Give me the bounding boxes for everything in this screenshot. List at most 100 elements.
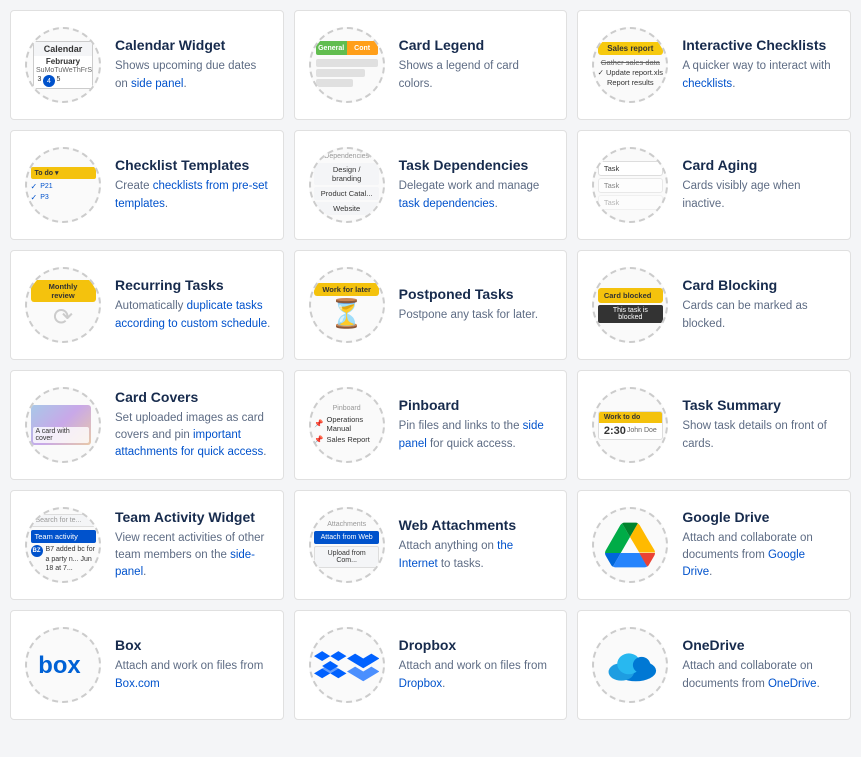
desc-card-blocking: Cards can be marked as blocked.	[682, 298, 838, 333]
icon-circle-box: box	[25, 627, 101, 703]
title-web-attachments: Web Attachments	[399, 517, 555, 533]
desc-calendar-widget: Shows upcoming due dates on side panel.	[115, 58, 271, 93]
card-aging[interactable]: Task Task Task Card Aging Cards visibly …	[577, 130, 851, 240]
card-recurring-tasks[interactable]: Monthly review ⟳ Recurring Tasks Automat…	[10, 250, 284, 360]
pin-icon-2: 📌	[314, 435, 323, 444]
card-card-covers[interactable]: A card with cover Card Covers Set upload…	[10, 370, 284, 480]
text-area-postponed: Postponed Tasks Postpone any task for la…	[399, 286, 555, 324]
gdrive-mini	[598, 520, 663, 570]
icon-circle-recurring: Monthly review ⟳	[25, 267, 101, 343]
desc-team-activity: View recent activities of other team mem…	[115, 530, 271, 582]
icon-circle-postponed: Work for later ⏳	[309, 267, 385, 343]
card-postponed-tasks[interactable]: Work for later ⏳ Postponed Tasks Postpon…	[294, 250, 568, 360]
icon-circle-checklists: Sales report Gather sales data ✓ Update …	[592, 27, 668, 103]
title-interactive-checklists: Interactive Checklists	[682, 37, 838, 53]
calendar-mini: Calendar February SuMoTuWeThFrSa 345	[33, 41, 93, 89]
checklist-mini: Sales report Gather sales data ✓ Update …	[598, 42, 663, 88]
icon-area-task-sum: Work to do 2:30 John Doe	[590, 385, 670, 465]
title-task-summary: Task Summary	[682, 397, 838, 413]
text-area-aging: Card Aging Cards visibly age when inacti…	[682, 157, 838, 213]
icon-area-legend: General Cont	[307, 25, 387, 105]
desc-card-aging: Cards visibly age when inactive.	[682, 178, 838, 213]
svg-text:box: box	[38, 652, 81, 679]
card-onedrive[interactable]: OneDrive Attach and collaborate on docum…	[577, 610, 851, 720]
covers-mini: A card with cover	[31, 405, 96, 445]
desc-dropbox: Attach and work on files from Dropbox.	[399, 658, 555, 693]
text-area-web-att: Web Attachments Attach anything on the I…	[399, 517, 555, 573]
icon-area-checklists: Sales report Gather sales data ✓ Update …	[590, 25, 670, 105]
text-area-covers: Card Covers Set uploaded images as card …	[115, 389, 271, 462]
icon-area-recurring: Monthly review ⟳	[23, 265, 103, 345]
title-card-blocking: Card Blocking	[682, 277, 838, 293]
dep-mini: Dependencies Design / branding Product C…	[314, 153, 379, 217]
onedrive-logo-icon	[601, 645, 659, 685]
text-area-interactive-checklists: Interactive Checklists A quicker way to …	[682, 37, 838, 93]
icon-area-checklist-tmpl: To do ▾ ✓ P21 ✓ P3	[23, 145, 103, 225]
desc-box: Attach and work on files from Box.com	[115, 658, 271, 693]
card-dropbox[interactable]: Dropbox Attach and work on files from Dr…	[294, 610, 568, 720]
card-web-attachments[interactable]: Attachments Attach from Web Upload from …	[294, 490, 568, 600]
card-team-activity[interactable]: Search for te... Team activity BZ B7 add…	[10, 490, 284, 600]
desc-pinboard: Pin files and links to the side panel fo…	[399, 418, 555, 453]
text-area-box: Box Attach and work on files from Box.co…	[115, 637, 271, 693]
card-task-summary[interactable]: Work to do 2:30 John Doe Task Summary Sh…	[577, 370, 851, 480]
google-drive-icon	[605, 520, 655, 570]
icon-area-aging: Task Task Task	[590, 145, 670, 225]
dropbox-logo-icon	[314, 639, 347, 691]
title-google-drive: Google Drive	[682, 509, 838, 525]
text-area-calendar: Calendar Widget Shows upcoming due dates…	[115, 37, 271, 93]
title-recurring-tasks: Recurring Tasks	[115, 277, 271, 293]
card-box[interactable]: box Box Attach and work on files from Bo…	[10, 610, 284, 720]
text-area-gdrive: Google Drive Attach and collaborate on d…	[682, 509, 838, 582]
team-act-mini: Search for te... Team activity BZ B7 add…	[31, 514, 96, 576]
desc-postponed-tasks: Postpone any task for later.	[399, 307, 555, 324]
title-dropbox: Dropbox	[399, 637, 555, 653]
onedrive-mini	[598, 645, 663, 685]
dropbox-simple-icon	[347, 639, 380, 691]
title-postponed-tasks: Postponed Tasks	[399, 286, 555, 302]
dropbox-mini	[314, 639, 379, 691]
icon-area-calendar: Calendar February SuMoTuWeThFrSa 345	[23, 25, 103, 105]
title-checklist-templates: Checklist Templates	[115, 157, 271, 173]
desc-interactive-checklists: A quicker way to interact with checklist…	[682, 58, 838, 93]
title-team-activity: Team Activity Widget	[115, 509, 271, 525]
text-area-pinboard: Pinboard Pin files and links to the side…	[399, 397, 555, 453]
text-area-team-act: Team Activity Widget View recent activit…	[115, 509, 271, 582]
card-card-blocking[interactable]: Card blocked This task is blocked Card B…	[577, 250, 851, 360]
icon-area-covers: A card with cover	[23, 385, 103, 465]
card-interactive-checklists[interactable]: Sales report Gather sales data ✓ Update …	[577, 10, 851, 120]
desc-task-dependencies: Delegate work and manage task dependenci…	[399, 178, 555, 213]
postponed-mini: Work for later ⏳	[314, 283, 379, 328]
icon-circle-legend: General Cont	[309, 27, 385, 103]
card-pinboard[interactable]: Pinboard 📌 Operations Manual 📌 Sales Rep…	[294, 370, 568, 480]
checklist-tmpl-mini: To do ▾ ✓ P21 ✓ P3	[31, 167, 96, 204]
web-att-mini: Attachments Attach from Web Upload from …	[314, 521, 379, 570]
card-google-drive[interactable]: Google Drive Attach and collaborate on d…	[577, 490, 851, 600]
icon-circle-team-act: Search for te... Team activity BZ B7 add…	[25, 507, 101, 583]
icon-circle-pinboard: Pinboard 📌 Operations Manual 📌 Sales Rep…	[309, 387, 385, 463]
desc-web-attachments: Attach anything on the Internet to tasks…	[399, 538, 555, 573]
icon-area-box: box	[23, 625, 103, 705]
title-calendar-widget: Calendar Widget	[115, 37, 271, 53]
aging-mini: Task Task Task	[598, 159, 663, 212]
title-box: Box	[115, 637, 271, 653]
icon-circle-dropbox	[309, 627, 385, 703]
card-task-dependencies[interactable]: Dependencies Design / branding Product C…	[294, 130, 568, 240]
card-legend-card[interactable]: General Cont Card Legend Shows a legend …	[294, 10, 568, 120]
text-area-legend: Card Legend Shows a legend of card color…	[399, 37, 555, 93]
icon-area-web-att: Attachments Attach from Web Upload from …	[307, 505, 387, 585]
icon-circle-covers: A card with cover	[25, 387, 101, 463]
task-sum-mini: Work to do 2:30 John Doe	[598, 411, 663, 440]
title-card-aging: Card Aging	[682, 157, 838, 173]
text-area-onedrive: OneDrive Attach and collaborate on docum…	[682, 637, 838, 693]
card-calendar-widget[interactable]: Calendar February SuMoTuWeThFrSa 345 Cal…	[10, 10, 284, 120]
desc-card-legend: Shows a legend of card colors.	[399, 58, 555, 93]
card-checklist-templates[interactable]: To do ▾ ✓ P21 ✓ P3 Checklist Templates C…	[10, 130, 284, 240]
desc-card-covers: Set uploaded images as card covers and p…	[115, 410, 271, 462]
pin-icon-1: 📌	[314, 419, 323, 428]
text-area-recurring: Recurring Tasks Automatically duplicate …	[115, 277, 271, 333]
text-area-task-sum: Task Summary Show task details on front …	[682, 397, 838, 453]
icon-circle-onedrive	[592, 627, 668, 703]
text-area-task-dep: Task Dependencies Delegate work and mana…	[399, 157, 555, 213]
recurring-mini: Monthly review ⟳	[31, 280, 96, 330]
